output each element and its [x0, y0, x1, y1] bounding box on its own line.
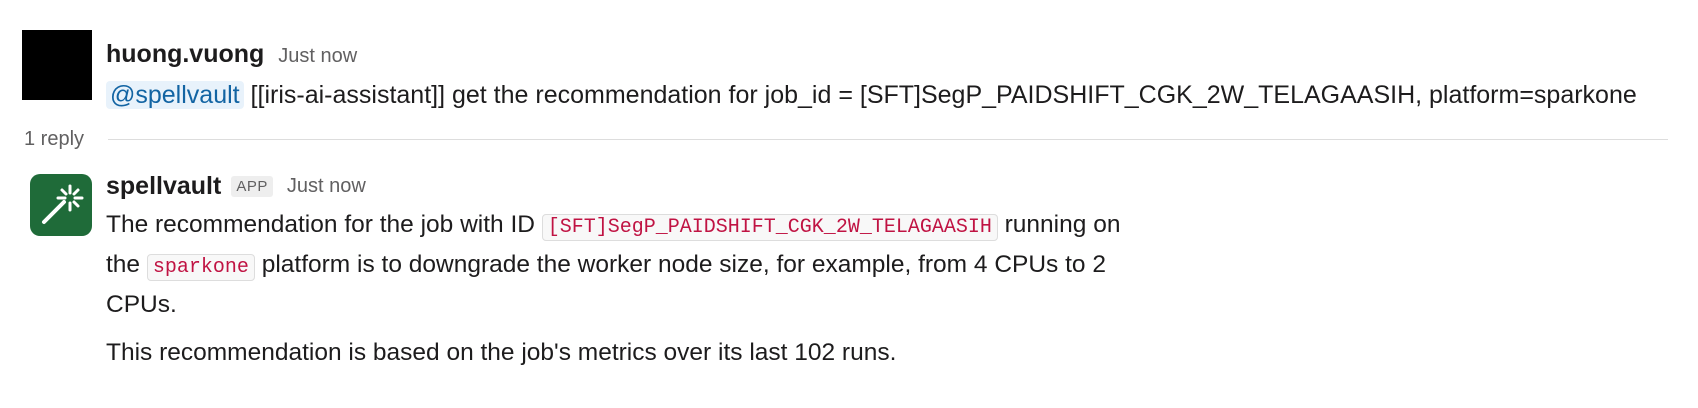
timestamp[interactable]: Just now	[287, 175, 366, 198]
avatar[interactable]	[22, 30, 92, 100]
mention-link[interactable]: @spellvault	[106, 81, 244, 109]
message-text: @spellvault [[iris-ai-assistant]] get th…	[106, 78, 1637, 112]
text-segment: platform is to downgrade the worker node…	[106, 251, 1106, 318]
message-paragraph: This recommendation is based on the job'…	[106, 339, 897, 366]
app-badge: APP	[231, 176, 273, 197]
inline-code-platform: sparkone	[146, 254, 255, 281]
reply-count[interactable]: 1 reply	[24, 128, 84, 151]
inline-code-job-id: [SFT]SegP_PAIDSHIFT_CGK_2W_TELAGAASIH	[541, 214, 998, 241]
thread-reply-divider: 1 reply	[24, 128, 1668, 151]
divider	[108, 139, 1668, 140]
magic-wand-icon	[42, 184, 84, 224]
author-name[interactable]: huong.vuong	[106, 40, 264, 69]
author-name[interactable]: spellvault	[106, 172, 221, 201]
message-header: spellvault APP Just now	[106, 172, 366, 201]
timestamp[interactable]: Just now	[278, 45, 357, 68]
message-body: [[iris-ai-assistant]] get the recommenda…	[243, 81, 1637, 109]
message-text: The recommendation for the job with ID […	[106, 206, 1136, 323]
avatar[interactable]	[30, 174, 92, 236]
message-header: huong.vuong Just now	[106, 40, 357, 69]
text-segment: The recommendation for the job with ID	[106, 211, 542, 238]
